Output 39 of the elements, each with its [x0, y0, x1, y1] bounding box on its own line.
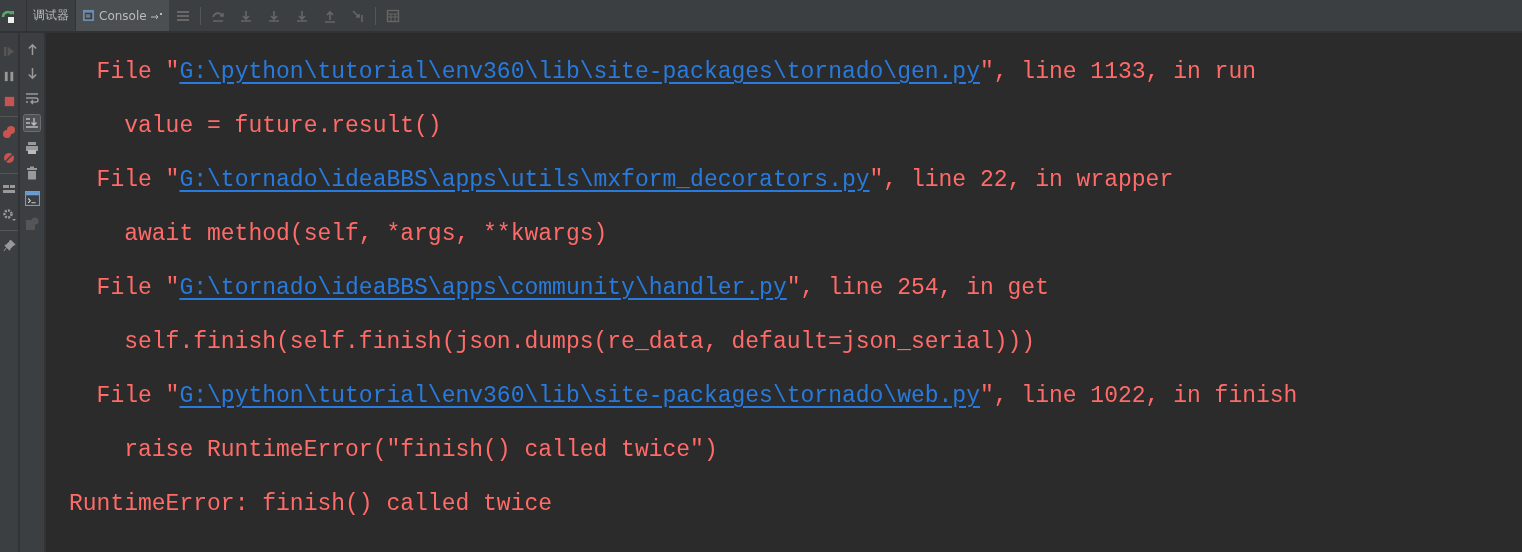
pin-arrow-icon[interactable] [150, 11, 163, 20]
traceback-text: ", line 1022, in finish [979, 383, 1298, 409]
mute-breakpoints-icon[interactable] [2, 151, 16, 165]
calculator-icon[interactable] [385, 8, 400, 23]
step-into-icon[interactable] [238, 8, 253, 23]
breakpoints-icon[interactable] [2, 125, 16, 139]
pin-icon[interactable] [2, 239, 16, 252]
traceback-text: ", line 22, in wrapper [869, 167, 1174, 193]
traceback-text: ", line 254, in get [786, 275, 1049, 301]
trash-icon[interactable] [25, 166, 39, 180]
print-icon[interactable] [25, 141, 39, 155]
code-line: value = future.result() [124, 113, 442, 139]
menu-icon[interactable] [175, 8, 190, 23]
traceback-text: File " [96, 275, 180, 301]
file-link[interactable]: G:\python\tutorial\env360\lib\site-packages\tornado\gen.py [179, 59, 980, 85]
tab[interactable]: Console [75, 0, 169, 31]
scroll-to-end-icon[interactable] [23, 114, 41, 132]
traceback-text: File " [96, 167, 180, 193]
code-line: self.finish(self.finish(json.dumps(re_data, default=json_serial))) [124, 329, 1036, 355]
code-line: await method(self, *args, **kwargs) [124, 221, 608, 247]
step-out-icon[interactable] [322, 8, 337, 23]
pause-icon[interactable] [2, 70, 16, 83]
console-icon [82, 9, 95, 22]
traceback-text: File " [96, 59, 180, 85]
soft-wrap-icon[interactable] [25, 91, 39, 105]
settings-icon[interactable] [2, 208, 16, 222]
step-into-mine-icon[interactable] [266, 8, 281, 23]
terminal-icon[interactable] [24, 191, 40, 206]
layout-icon[interactable] [2, 182, 16, 196]
force-step-icon[interactable] [294, 8, 309, 23]
code-line: raise RuntimeError("finish() called twice") [124, 437, 718, 463]
file-link[interactable]: G:\tornado\ideaBBS\apps\utils\mxform_decorators.py [179, 167, 870, 193]
error-message: RuntimeError: finish() called twice [69, 491, 553, 517]
stop-icon[interactable] [2, 95, 16, 108]
traceback-text: ", line 1133, in run [979, 59, 1256, 85]
file-link[interactable]: G:\python\tutorial\env360\lib\site-packages\tornado\web.py [179, 383, 980, 409]
file-link[interactable]: G:\tornado\ideaBBS\apps\community\handler.py [179, 275, 787, 301]
run-to-cursor-icon[interactable] [350, 8, 365, 23]
traceback-text: File " [96, 383, 180, 409]
